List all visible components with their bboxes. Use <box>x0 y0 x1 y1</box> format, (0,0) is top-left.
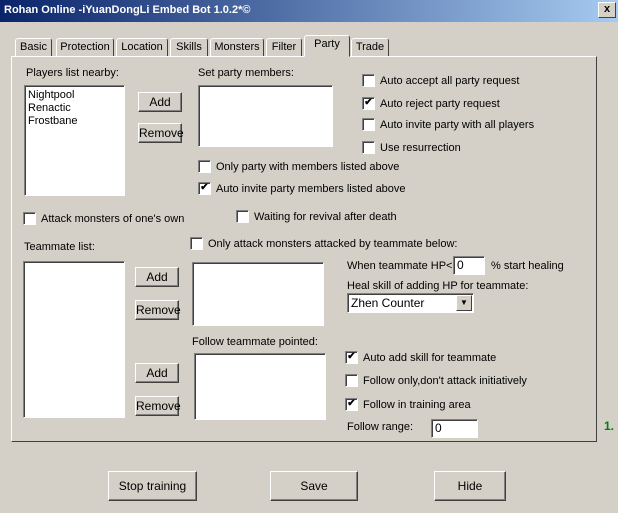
tab-basic[interactable]: Basic <box>15 38 52 56</box>
tab-trade[interactable]: Trade <box>351 38 389 56</box>
chevron-down-icon[interactable]: ▼ <box>456 295 472 311</box>
checkbox-box[interactable] <box>362 141 375 154</box>
follow-range-input[interactable]: 0 <box>431 419 478 438</box>
checkbox-box[interactable] <box>236 210 249 223</box>
heal-skill-value: Zhen Counter <box>351 296 425 310</box>
attack-own-checkbox[interactable]: Attack monsters of one's own <box>23 212 184 225</box>
hide-button[interactable]: Hide <box>434 471 506 501</box>
players-list-label: Players list nearby: <box>26 67 119 79</box>
save-button[interactable]: Save <box>270 471 358 501</box>
party-members-label: Set party members: <box>198 67 294 79</box>
teammate-add-button[interactable]: Add <box>135 267 179 287</box>
auto-add-skill-checkbox[interactable]: ✔ Auto add skill for teammate <box>345 351 496 364</box>
window-title: Rohan Online -iYuanDongLi Embed Bot 1.0.… <box>4 4 251 16</box>
use-resurrection-checkbox[interactable]: Use resurrection <box>362 141 461 154</box>
party-members-list[interactable] <box>198 85 333 147</box>
checkmark-icon[interactable]: ✔ <box>362 97 375 110</box>
auto-invite-listed-checkbox[interactable]: ✔ Auto invite party members listed above <box>198 182 406 195</box>
teammate-attack-list[interactable] <box>192 262 324 326</box>
only-party-listed-checkbox[interactable]: Only party with members listed above <box>198 160 399 173</box>
list-item[interactable]: Frostbane <box>25 115 124 128</box>
follow-range-label: Follow range: <box>347 421 414 433</box>
auto-invite-all-checkbox[interactable]: Auto invite party with all players <box>362 118 534 131</box>
teammate-remove-button[interactable]: Remove <box>135 300 181 320</box>
title-bar: Rohan Online -iYuanDongLi Embed Bot 1.0.… <box>0 0 618 22</box>
tab-filter[interactable]: Filter <box>266 38 302 56</box>
version-text: 1. <box>604 419 615 433</box>
stop-training-button[interactable]: Stop training <box>108 471 197 501</box>
wait-revival-checkbox[interactable]: Waiting for revival after death <box>236 210 397 223</box>
checkmark-icon[interactable]: ✔ <box>345 351 358 364</box>
hp-threshold-label: When teammate HP< <box>347 260 453 272</box>
checkbox-box[interactable] <box>198 160 211 173</box>
hp-threshold-input[interactable]: 0 <box>453 256 485 275</box>
auto-accept-checkbox[interactable]: Auto accept all party request <box>362 74 519 87</box>
tab-protection[interactable]: Protection <box>56 38 114 56</box>
players-remove-button[interactable]: Remove <box>138 123 184 143</box>
follow-teammate-list[interactable] <box>194 353 326 420</box>
follow-only-checkbox[interactable]: Follow only,don't attack initiatively <box>345 374 527 387</box>
tab-monsters[interactable]: Monsters <box>210 38 264 56</box>
checkmark-icon[interactable]: ✔ <box>345 398 358 411</box>
checkbox-box[interactable] <box>23 212 36 225</box>
checkbox-box[interactable] <box>362 118 375 131</box>
heal-skill-select[interactable]: Zhen Counter ▼ <box>347 293 474 313</box>
checkbox-box[interactable] <box>345 374 358 387</box>
tab-location[interactable]: Location <box>116 38 168 56</box>
follow-remove-button[interactable]: Remove <box>135 396 181 416</box>
hp-threshold-suffix: % start healing <box>491 260 564 272</box>
players-add-button[interactable]: Add <box>138 92 182 112</box>
list-item[interactable]: Nightpool <box>25 89 124 102</box>
tab-party[interactable]: Party <box>304 35 350 57</box>
teammate-list[interactable] <box>23 261 125 418</box>
tab-skills[interactable]: Skills <box>170 38 208 56</box>
checkbox-box[interactable] <box>190 237 203 250</box>
list-item[interactable]: Renactic <box>25 102 124 115</box>
close-button[interactable]: x <box>598 2 616 18</box>
auto-reject-checkbox[interactable]: ✔ Auto reject party request <box>362 97 500 110</box>
follow-teammate-label: Follow teammate pointed: <box>192 336 318 348</box>
close-icon: x <box>603 3 611 15</box>
checkbox-box[interactable] <box>362 74 375 87</box>
checkmark-icon[interactable]: ✔ <box>198 182 211 195</box>
follow-training-checkbox[interactable]: ✔ Follow in training area <box>345 398 471 411</box>
players-list[interactable]: Nightpool Renactic Frostbane <box>24 85 125 196</box>
heal-skill-label: Heal skill of adding HP for teammate: <box>347 280 529 292</box>
only-attack-teammate-checkbox[interactable]: Only attack monsters attacked by teammat… <box>190 237 457 250</box>
follow-add-button[interactable]: Add <box>135 363 179 383</box>
teammate-list-label: Teammate list: <box>24 241 95 253</box>
